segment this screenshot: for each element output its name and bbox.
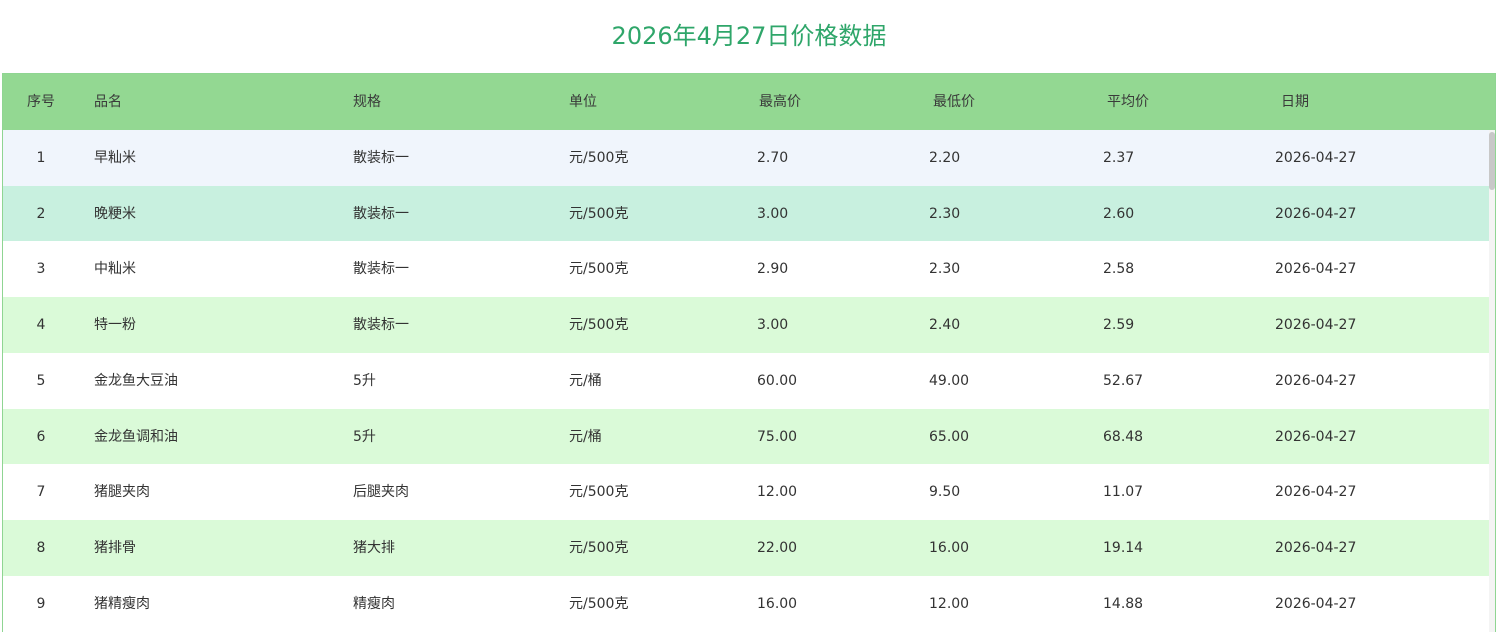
cell-date: 2026-04-27 bbox=[1275, 317, 1357, 334]
cell-index: 3 bbox=[36, 261, 46, 278]
cell-max-price: 2.70 bbox=[757, 150, 789, 166]
cell-avg-price: 19.14 bbox=[1103, 539, 1144, 556]
cell-date: 2026-04-27 bbox=[1275, 372, 1357, 389]
header-max-price: 最高价 bbox=[759, 94, 801, 110]
cell-min-price: 12.00 bbox=[929, 595, 970, 612]
cell-date: 2026-04-27 bbox=[1275, 428, 1357, 445]
cell-spec: 5升 bbox=[353, 372, 376, 389]
cell-date: 2026-04-27 bbox=[1275, 261, 1357, 278]
cell-avg-price: 14.88 bbox=[1103, 595, 1144, 612]
cell-min-price: 2.30 bbox=[929, 205, 961, 222]
cell-avg-price: 11.07 bbox=[1103, 484, 1144, 501]
cell-index: 5 bbox=[36, 372, 46, 389]
cell-name: 特一粉 bbox=[94, 317, 136, 334]
cell-max-price: 16.00 bbox=[757, 595, 798, 612]
cell-max-price: 3.00 bbox=[757, 317, 789, 334]
cell-max-price: 3.00 bbox=[757, 205, 789, 222]
cell-min-price: 65.00 bbox=[929, 428, 970, 445]
header-avg-price: 平均价 bbox=[1107, 94, 1149, 110]
header-name: 品名 bbox=[94, 94, 122, 110]
cell-unit: 元/500克 bbox=[569, 317, 629, 334]
cell-name: 金龙鱼调和油 bbox=[94, 428, 178, 445]
header-spec: 规格 bbox=[353, 94, 381, 110]
cell-avg-price: 2.59 bbox=[1103, 317, 1135, 334]
cell-name: 猪精瘦肉 bbox=[94, 595, 150, 612]
table-row[interactable]: 4 特一粉 散装标一 元/500克 3.00 2.40 2.59 2026-04-27 bbox=[3, 297, 1489, 354]
cell-spec: 散装标一 bbox=[353, 150, 409, 166]
header-index: 序号 bbox=[27, 94, 55, 110]
scrollbar-thumb[interactable] bbox=[1489, 132, 1495, 190]
cell-spec: 散装标一 bbox=[353, 317, 409, 334]
cell-unit: 元/500克 bbox=[569, 261, 629, 278]
cell-avg-price: 52.67 bbox=[1103, 372, 1144, 389]
header-date: 日期 bbox=[1281, 94, 1309, 110]
cell-min-price: 9.50 bbox=[929, 484, 961, 501]
header-unit: 单位 bbox=[569, 94, 597, 110]
cell-date: 2026-04-27 bbox=[1275, 595, 1357, 612]
cell-unit: 元/500克 bbox=[569, 595, 629, 612]
table-row[interactable]: 5 金龙鱼大豆油 5升 元/桶 60.00 49.00 52.67 2026-04-27 bbox=[3, 352, 1489, 409]
cell-spec: 散装标一 bbox=[353, 205, 409, 222]
cell-index: 2 bbox=[36, 205, 46, 222]
cell-unit: 元/500克 bbox=[569, 539, 629, 556]
cell-min-price: 49.00 bbox=[929, 372, 970, 389]
cell-spec: 后腿夹肉 bbox=[353, 484, 409, 501]
cell-max-price: 22.00 bbox=[757, 539, 798, 556]
header-min-price: 最低价 bbox=[933, 94, 975, 110]
cell-max-price: 60.00 bbox=[757, 372, 798, 389]
page-title: 2026年4月27日价格数据 bbox=[611, 22, 887, 50]
table-row[interactable]: 1 早籼米 散装标一 元/500克 2.70 2.20 2.37 2026-04-27 bbox=[3, 130, 1489, 186]
cell-spec: 猪大排 bbox=[353, 539, 395, 556]
cell-avg-price: 2.37 bbox=[1103, 150, 1135, 166]
cell-spec: 精瘦肉 bbox=[353, 595, 395, 612]
cell-date: 2026-04-27 bbox=[1275, 150, 1357, 166]
cell-unit: 元/500克 bbox=[569, 205, 629, 222]
cell-avg-price: 68.48 bbox=[1103, 428, 1144, 445]
cell-min-price: 16.00 bbox=[929, 539, 970, 556]
cell-avg-price: 2.58 bbox=[1103, 261, 1135, 278]
cell-index: 1 bbox=[36, 150, 46, 166]
cell-unit: 元/桶 bbox=[569, 428, 602, 445]
cell-unit: 元/桶 bbox=[569, 372, 602, 389]
cell-date: 2026-04-27 bbox=[1275, 539, 1357, 556]
cell-name: 晚粳米 bbox=[94, 205, 136, 222]
table-header: 序号 品名 规格 单位 最高价 最低价 平均价 日期 bbox=[3, 74, 1495, 130]
cell-name: 猪排骨 bbox=[94, 539, 136, 556]
table-row[interactable]: 7 猪腿夹肉 后腿夹肉 元/500克 12.00 9.50 11.07 2026-04-27 bbox=[3, 464, 1489, 521]
cell-min-price: 2.40 bbox=[929, 317, 961, 334]
table-row[interactable]: 2 晚粳米 散装标一 元/500克 3.00 2.30 2.60 2026-04-27 bbox=[3, 185, 1489, 242]
table-row[interactable]: 3 中籼米 散装标一 元/500克 2.90 2.30 2.58 2026-04-27 bbox=[3, 241, 1489, 298]
table-row[interactable]: 6 金龙鱼调和油 5升 元/桶 75.00 65.00 68.48 2026-04-27 bbox=[3, 408, 1489, 465]
cell-spec: 5升 bbox=[353, 428, 376, 445]
cell-avg-price: 2.60 bbox=[1103, 205, 1135, 222]
price-page: 2026年4月27日价格数据 序号 品名 规格 单位 最高价 最低价 平均价 日… bbox=[0, 0, 1498, 632]
cell-index: 7 bbox=[36, 484, 46, 501]
cell-unit: 元/500克 bbox=[569, 484, 629, 501]
cell-min-price: 2.20 bbox=[929, 150, 961, 166]
cell-name: 早籼米 bbox=[94, 150, 136, 166]
cell-date: 2026-04-27 bbox=[1275, 484, 1357, 501]
cell-unit: 元/500克 bbox=[569, 150, 629, 166]
cell-max-price: 12.00 bbox=[757, 484, 798, 501]
cell-index: 9 bbox=[36, 595, 46, 612]
vertical-scrollbar[interactable] bbox=[1489, 130, 1495, 632]
cell-name: 中籼米 bbox=[94, 261, 136, 278]
cell-index: 4 bbox=[36, 317, 46, 334]
cell-max-price: 2.90 bbox=[757, 261, 789, 278]
table-row[interactable]: 8 猪排骨 猪大排 元/500克 22.00 16.00 19.14 2026-04-27 bbox=[3, 519, 1489, 576]
cell-min-price: 2.30 bbox=[929, 261, 961, 278]
cell-index: 6 bbox=[36, 428, 46, 445]
cell-name: 金龙鱼大豆油 bbox=[94, 372, 178, 389]
cell-date: 2026-04-27 bbox=[1275, 205, 1357, 222]
cell-max-price: 75.00 bbox=[757, 428, 798, 445]
cell-index: 8 bbox=[36, 539, 46, 556]
table-row[interactable]: 9 猪精瘦肉 精瘦肉 元/500克 16.00 12.00 14.88 2026-04-27 bbox=[3, 575, 1489, 632]
price-table: 序号 品名 规格 单位 最高价 最低价 平均价 日期 1 早籼米 散装标一 元/500… bbox=[2, 73, 1496, 632]
cell-name: 猪腿夹肉 bbox=[94, 484, 150, 501]
cell-spec: 散装标一 bbox=[353, 261, 409, 278]
